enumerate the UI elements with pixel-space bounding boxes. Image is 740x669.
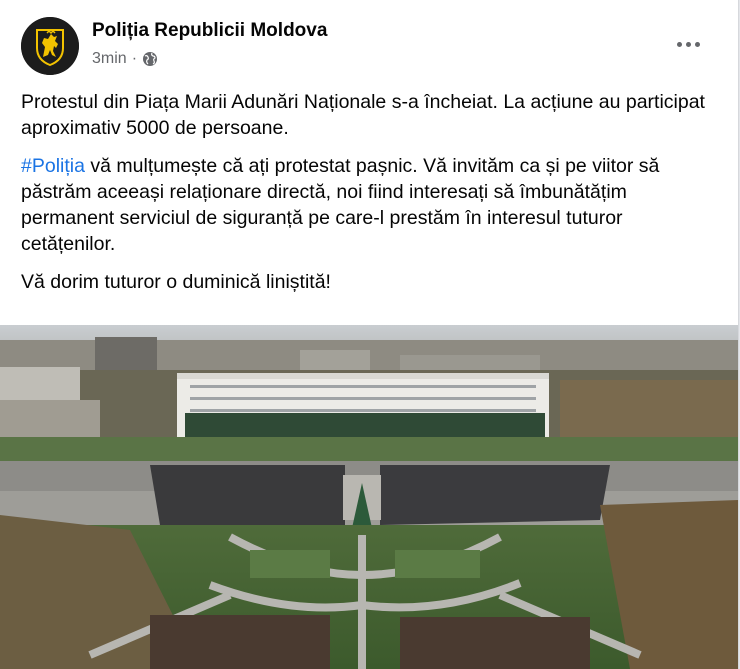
globe-icon[interactable] (142, 51, 158, 67)
photo-crowd-right (380, 465, 610, 525)
photo-fir-trees (185, 413, 545, 439)
photo-flowerbed-right (400, 617, 590, 669)
more-horizontal-icon (676, 41, 682, 47)
photo-lawn-right (395, 550, 480, 578)
post-meta: 3min · (92, 50, 158, 68)
post-paragraph-2-text: vă mulțumește că ați protestat pașnic. V… (21, 155, 660, 255)
photo-crowd-left (150, 465, 345, 525)
post-paragraph-3: Vă dorim tuturor o duminică liniștită! (21, 271, 331, 293)
post-card: Poliția Republicii Moldova 3min · Protes… (0, 0, 739, 669)
post-body: Protestul din Piața Marii Adunări Națion… (21, 89, 721, 307)
post-paragraph-2: #Poliția vă mulțumește că ați protestat … (21, 153, 721, 257)
hashtag-link[interactable]: #Poliția (21, 155, 85, 177)
post-photo[interactable] (0, 325, 738, 669)
page-name-link[interactable]: Poliția Republicii Moldova (92, 20, 327, 42)
photo-lawn-left (250, 550, 330, 578)
photo-lawn-strip (0, 437, 738, 461)
more-options-button[interactable] (670, 28, 706, 60)
photo-flowerbed-left (150, 615, 330, 669)
meta-separator: · (131, 50, 138, 67)
post-header: Poliția Republicii Moldova 3min · (0, 0, 738, 80)
avatar[interactable] (21, 17, 79, 75)
photo-building-tower (95, 337, 157, 375)
police-emblem-icon (21, 17, 79, 75)
post-paragraph-1: Protestul din Piața Marii Adunări Națion… (21, 91, 705, 139)
timestamp[interactable]: 3min (92, 50, 127, 68)
